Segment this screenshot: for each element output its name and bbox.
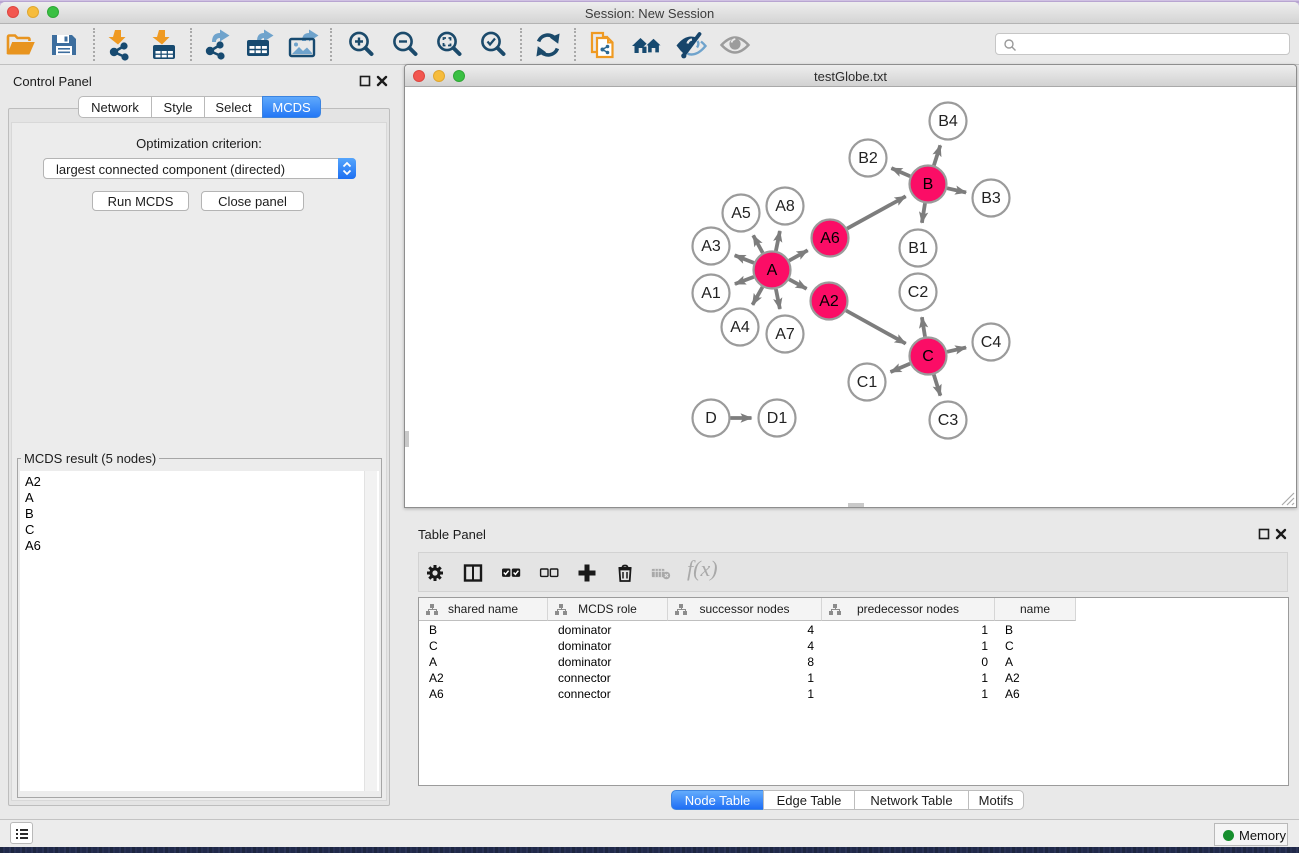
svg-text:A6: A6 <box>820 230 840 247</box>
svg-text:C: C <box>922 348 934 365</box>
svg-text:A4: A4 <box>730 319 750 336</box>
svg-text:A: A <box>767 262 778 279</box>
svg-text:C1: C1 <box>857 374 878 391</box>
svg-text:C3: C3 <box>938 412 959 429</box>
svg-text:A3: A3 <box>701 238 721 255</box>
svg-text:B2: B2 <box>858 150 878 167</box>
svg-text:D: D <box>705 410 717 427</box>
svg-text:A1: A1 <box>701 285 721 302</box>
svg-text:D1: D1 <box>767 410 788 427</box>
svg-text:A5: A5 <box>731 205 751 222</box>
svg-text:B: B <box>923 176 934 193</box>
svg-text:A8: A8 <box>775 198 795 215</box>
svg-text:B4: B4 <box>938 113 958 130</box>
svg-text:A7: A7 <box>775 326 795 343</box>
svg-text:B1: B1 <box>908 240 928 257</box>
svg-text:B3: B3 <box>981 190 1001 207</box>
svg-text:C2: C2 <box>908 284 929 301</box>
svg-text:A2: A2 <box>819 293 839 310</box>
svg-text:C4: C4 <box>981 334 1002 351</box>
